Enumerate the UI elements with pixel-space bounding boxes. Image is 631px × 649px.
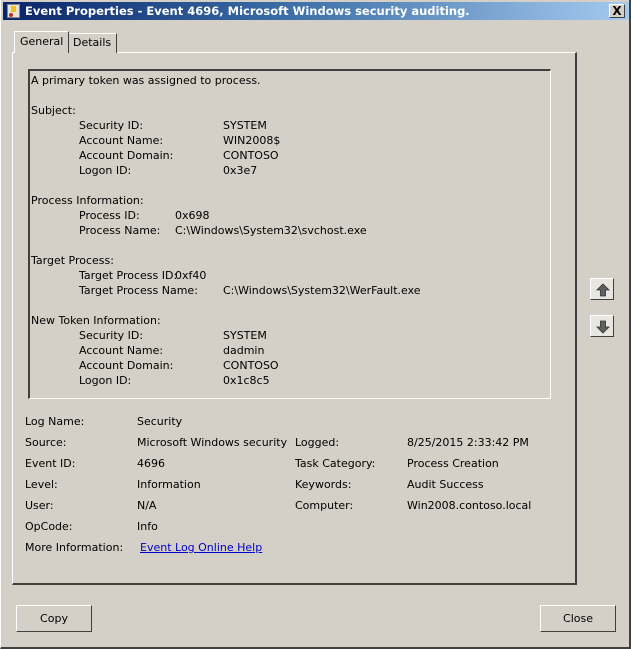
field-value: SYSTEM — [223, 119, 267, 132]
tab-general[interactable]: General — [14, 31, 70, 53]
window-title: Event Properties - Event 4696, Microsoft… — [25, 4, 470, 18]
arrow-down-icon — [596, 320, 610, 334]
level-value: Information — [137, 478, 201, 491]
task-category-value: Process Creation — [407, 457, 499, 470]
field-value: SYSTEM — [223, 329, 267, 342]
description-intro: A primary token was assigned to process. — [31, 74, 261, 87]
field-label: Security ID: — [79, 119, 144, 132]
field-value: WIN2008$ — [223, 134, 281, 147]
computer-label: Computer: — [295, 499, 354, 512]
event-properties-window: Event Properties - Event 4696, Microsoft… — [0, 0, 631, 649]
subject-header: Subject: — [31, 104, 76, 117]
close-window-button[interactable]: X — [609, 4, 625, 18]
event-id-label: Event ID: — [25, 457, 76, 470]
more-info-label: More Information: — [25, 541, 124, 554]
tab-details[interactable]: Details — [67, 33, 118, 53]
source-value: Microsoft Windows security — [137, 436, 288, 449]
field-value: 0x1c8c5 — [223, 374, 270, 387]
opcode-label: OpCode: — [25, 520, 73, 533]
arrow-up-icon — [596, 283, 610, 297]
field-value: C:\Windows\System32\WerFault.exe — [223, 284, 421, 297]
field-label: Process Name: — [79, 224, 161, 237]
field-label: Account Domain: — [79, 149, 174, 162]
field-value: 0x698 — [175, 209, 210, 222]
field-label: Account Name: — [79, 134, 164, 147]
computer-value: Win2008.contoso.local — [407, 499, 532, 512]
field-value: dadmin — [223, 344, 265, 357]
log-name-label: Log Name: — [25, 415, 85, 428]
user-label: User: — [25, 499, 54, 512]
field-label: Logon ID: — [79, 164, 132, 177]
opcode-value: Info — [137, 520, 158, 533]
keywords-value: Audit Success — [407, 478, 484, 491]
field-value: C:\Windows\System32\svchost.exe — [175, 224, 367, 237]
field-value: CONTOSO — [223, 149, 279, 162]
logged-label: Logged: — [295, 436, 340, 449]
title-bar[interactable]: Event Properties - Event 4696, Microsoft… — [3, 2, 629, 20]
source-label: Source: — [25, 436, 67, 449]
previous-event-button[interactable] — [590, 278, 614, 300]
event-id-value: 4696 — [137, 457, 165, 470]
token-header: New Token Information: — [31, 314, 161, 327]
close-button[interactable]: Close — [540, 605, 616, 632]
target-header: Target Process: — [31, 254, 114, 267]
process-header: Process Information: — [31, 194, 144, 207]
field-label: Security ID: — [79, 329, 144, 342]
field-value: 0xf40 — [175, 269, 207, 282]
field-label: Logon ID: — [79, 374, 132, 387]
field-value: 0x3e7 — [223, 164, 258, 177]
event-viewer-icon — [7, 4, 20, 18]
event-description[interactable]: A primary token was assigned to process.… — [28, 69, 551, 399]
field-label: Account Name: — [79, 344, 164, 357]
log-name-value: Security — [137, 415, 183, 428]
level-label: Level: — [25, 478, 58, 491]
field-label: Process ID: — [79, 209, 140, 222]
next-event-button[interactable] — [590, 315, 614, 337]
event-log-online-help-link[interactable]: Event Log Online Help — [140, 541, 262, 554]
logged-value: 8/25/2015 2:33:42 PM — [407, 436, 529, 449]
copy-button[interactable]: Copy — [16, 605, 92, 632]
field-label: Account Domain: — [79, 359, 174, 372]
user-value: N/A — [137, 499, 157, 512]
field-value: CONTOSO — [223, 359, 279, 372]
task-category-label: Task Category: — [295, 457, 376, 470]
keywords-label: Keywords: — [295, 478, 352, 491]
field-label: Target Process Name: — [79, 284, 198, 297]
field-label: Target Process ID: — [79, 269, 178, 282]
